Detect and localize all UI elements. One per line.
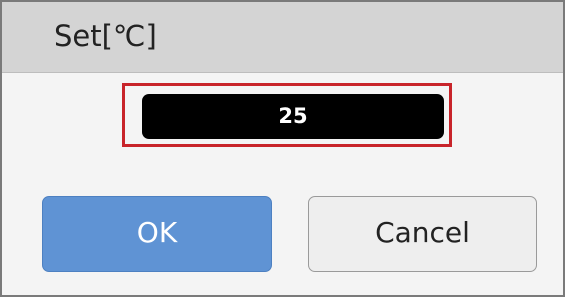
temperature-value: 25: [278, 104, 308, 128]
temperature-setting-dialog: Set[℃] 25 OK Cancel: [0, 0, 565, 297]
temperature-value-field[interactable]: 25: [142, 94, 444, 139]
dialog-title-bar: Set[℃]: [2, 2, 563, 73]
value-highlight-frame: 25: [122, 83, 452, 147]
dialog-title: Set[℃]: [54, 19, 157, 53]
ok-button[interactable]: OK: [42, 196, 272, 272]
cancel-button[interactable]: Cancel: [308, 196, 537, 272]
